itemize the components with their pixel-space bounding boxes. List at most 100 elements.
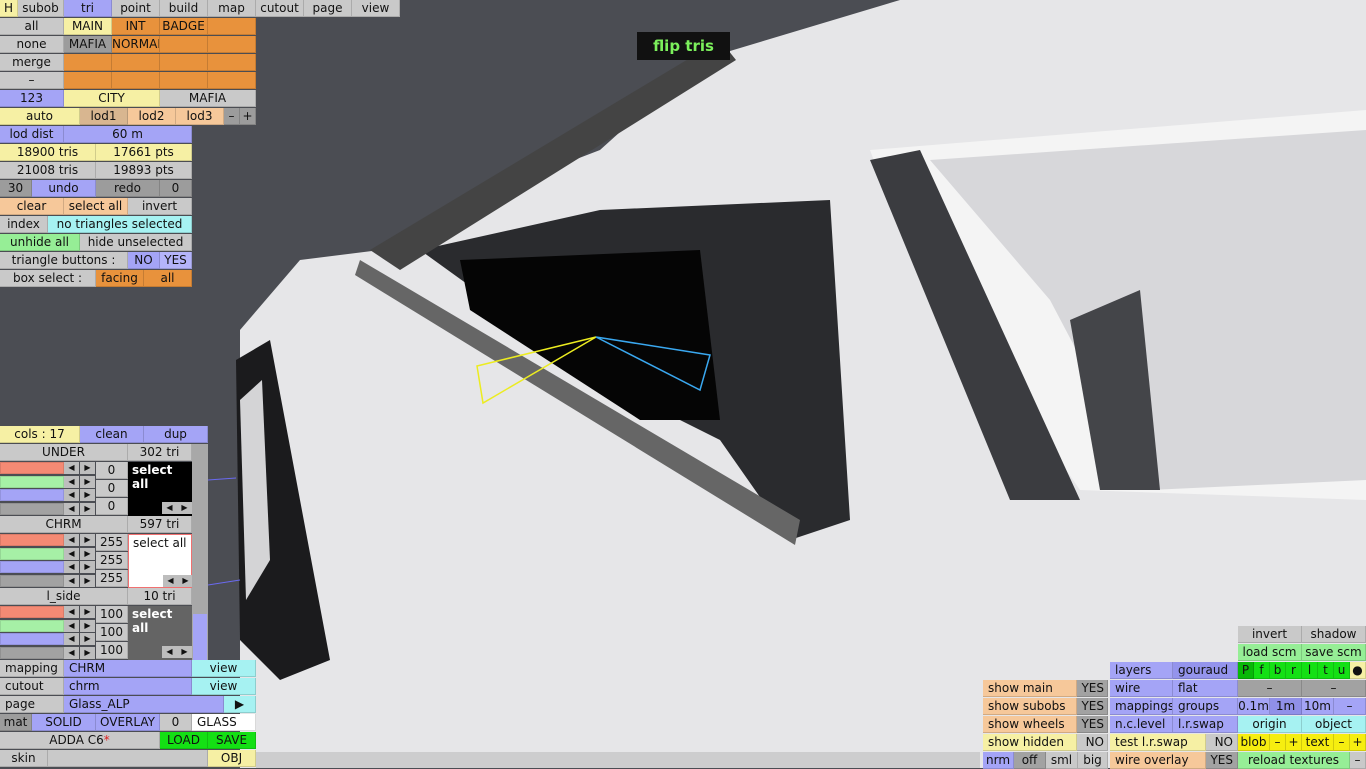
- color-value[interactable]: 0: [96, 498, 128, 515]
- size-big-button[interactable]: big: [1078, 752, 1108, 769]
- increase-arrow-icon[interactable]: ▶: [80, 606, 95, 618]
- wire-button[interactable]: wire: [1110, 680, 1173, 697]
- material-name[interactable]: l_side: [0, 588, 128, 605]
- view-t-button[interactable]: t: [1318, 662, 1334, 679]
- color-value[interactable]: 255: [96, 570, 128, 587]
- dup-button[interactable]: dup: [144, 426, 208, 443]
- material-scrollbar[interactable]: [192, 444, 208, 660]
- lod3-button[interactable]: lod3: [176, 108, 224, 125]
- lod-dist-value[interactable]: 60 m: [64, 126, 192, 143]
- increase-arrow-icon[interactable]: ▶: [80, 502, 95, 515]
- decrease-arrow-icon[interactable]: ◀: [64, 534, 79, 546]
- grid-1m-button[interactable]: 1m: [1270, 698, 1302, 715]
- dash-button[interactable]: –: [1302, 680, 1366, 697]
- color-channel-slider[interactable]: [0, 646, 64, 659]
- size-nrm-button[interactable]: nrm: [983, 752, 1014, 769]
- layer-normal[interactable]: NORMAL: [112, 36, 160, 53]
- increase-arrow-icon[interactable]: ▶: [80, 561, 95, 573]
- mat-solid-button[interactable]: SOLID: [32, 714, 96, 731]
- increase-arrow-icon[interactable]: ▶: [80, 547, 95, 560]
- decrease-arrow-icon[interactable]: ◀: [64, 561, 79, 573]
- undo-button[interactable]: undo: [32, 180, 96, 197]
- redo-button[interactable]: redo: [96, 180, 160, 197]
- size-off-button[interactable]: off: [1014, 752, 1046, 769]
- color-channel-slider[interactable]: [0, 547, 64, 560]
- view-P-button[interactable]: P: [1238, 662, 1254, 679]
- wire-overlay-toggle[interactable]: YES: [1206, 752, 1238, 769]
- reload-minus-button[interactable]: –: [1350, 752, 1366, 769]
- save-scm-button[interactable]: save scm: [1302, 644, 1366, 661]
- lod1-button[interactable]: lod1: [80, 108, 128, 125]
- object-button[interactable]: object: [1302, 716, 1366, 733]
- cutout-view-button[interactable]: view: [192, 678, 256, 695]
- color-value[interactable]: 255: [96, 534, 128, 551]
- decrease-arrow-icon[interactable]: ◀: [64, 646, 79, 659]
- skin-value[interactable]: [48, 750, 208, 767]
- increase-arrow-icon[interactable]: ▶: [80, 574, 95, 587]
- material-name[interactable]: CHRM: [0, 516, 128, 533]
- select-all-button[interactable]: select all: [64, 198, 128, 215]
- shadow-button[interactable]: shadow: [1302, 626, 1366, 643]
- material-swatch[interactable]: select all ◀ ▶: [128, 534, 193, 588]
- layer-slot[interactable]: [160, 36, 208, 53]
- load-button[interactable]: LOAD: [160, 732, 208, 749]
- triangle-buttons-no[interactable]: NO: [128, 252, 160, 269]
- color-value[interactable]: 0: [96, 462, 128, 479]
- color-channel-slider[interactable]: [0, 502, 64, 515]
- prev-arrow-icon[interactable]: ◀: [162, 646, 177, 658]
- layer-slot[interactable]: [112, 54, 160, 71]
- layers-button[interactable]: layers: [1110, 662, 1173, 679]
- show-main-toggle[interactable]: YES: [1077, 680, 1108, 697]
- origin-button[interactable]: origin: [1238, 716, 1302, 733]
- color-channel-slider[interactable]: [0, 475, 64, 488]
- layer-slot[interactable]: [64, 72, 112, 89]
- hide-unselected-button[interactable]: hide unselected: [80, 234, 192, 251]
- grid-off-button[interactable]: –: [1334, 698, 1366, 715]
- box-select-facing[interactable]: facing: [96, 270, 144, 287]
- mat-name[interactable]: GLASS: [192, 714, 256, 731]
- next-arrow-icon[interactable]: ▶: [177, 502, 192, 514]
- view-dot-button[interactable]: ●: [1350, 662, 1366, 679]
- tab-tri[interactable]: tri: [64, 0, 112, 17]
- box-select-all[interactable]: all: [144, 270, 192, 287]
- increase-arrow-icon[interactable]: ▶: [80, 462, 95, 474]
- increase-arrow-icon[interactable]: ▶: [80, 534, 95, 546]
- layer-slot[interactable]: [208, 36, 256, 53]
- view-l-button[interactable]: l: [1302, 662, 1318, 679]
- nc-level-button[interactable]: n.c.level: [1110, 716, 1173, 733]
- color-value[interactable]: 100: [96, 642, 128, 659]
- show-wheels-toggle[interactable]: YES: [1077, 716, 1108, 733]
- tab-build[interactable]: build: [160, 0, 208, 17]
- increase-arrow-icon[interactable]: ▶: [80, 489, 95, 501]
- color-channel-slider[interactable]: [0, 633, 64, 645]
- layer-slot[interactable]: [208, 72, 256, 89]
- prev-arrow-icon[interactable]: ◀: [162, 502, 177, 514]
- material-swatch[interactable]: select all ◀ ▶: [128, 606, 192, 660]
- obj-button[interactable]: OBJ: [208, 750, 256, 767]
- show-subobs-toggle[interactable]: YES: [1077, 698, 1108, 715]
- tab-page[interactable]: page: [304, 0, 352, 17]
- test-lr-swap-toggle[interactable]: NO: [1206, 734, 1238, 751]
- gouraud-button[interactable]: gouraud: [1173, 662, 1238, 679]
- layer-int[interactable]: INT: [112, 18, 160, 35]
- index-button[interactable]: index: [0, 216, 48, 233]
- unhide-all-button[interactable]: unhide all: [0, 234, 80, 251]
- blob-plus-button[interactable]: +: [1286, 734, 1302, 751]
- color-value[interactable]: 0: [96, 480, 128, 497]
- layer-slot[interactable]: [208, 18, 256, 35]
- lod2-button[interactable]: lod2: [128, 108, 176, 125]
- size-sml-button[interactable]: sml: [1046, 752, 1078, 769]
- layer-mafia[interactable]: MAFIA: [64, 36, 112, 53]
- groups-button[interactable]: groups: [1173, 698, 1238, 715]
- invert-selection-button[interactable]: invert: [128, 198, 192, 215]
- view-f-button[interactable]: f: [1254, 662, 1270, 679]
- page-value[interactable]: Glass_ALP: [64, 696, 224, 713]
- numbering-button[interactable]: 123: [0, 90, 64, 107]
- view-r-button[interactable]: r: [1286, 662, 1302, 679]
- lod-minus-button[interactable]: –: [224, 108, 240, 125]
- flat-button[interactable]: flat: [1173, 680, 1238, 697]
- load-scm-button[interactable]: load scm: [1238, 644, 1302, 661]
- select-all-material[interactable]: select all: [132, 607, 192, 635]
- color-channel-slider[interactable]: [0, 489, 64, 501]
- text-minus-button[interactable]: –: [1334, 734, 1350, 751]
